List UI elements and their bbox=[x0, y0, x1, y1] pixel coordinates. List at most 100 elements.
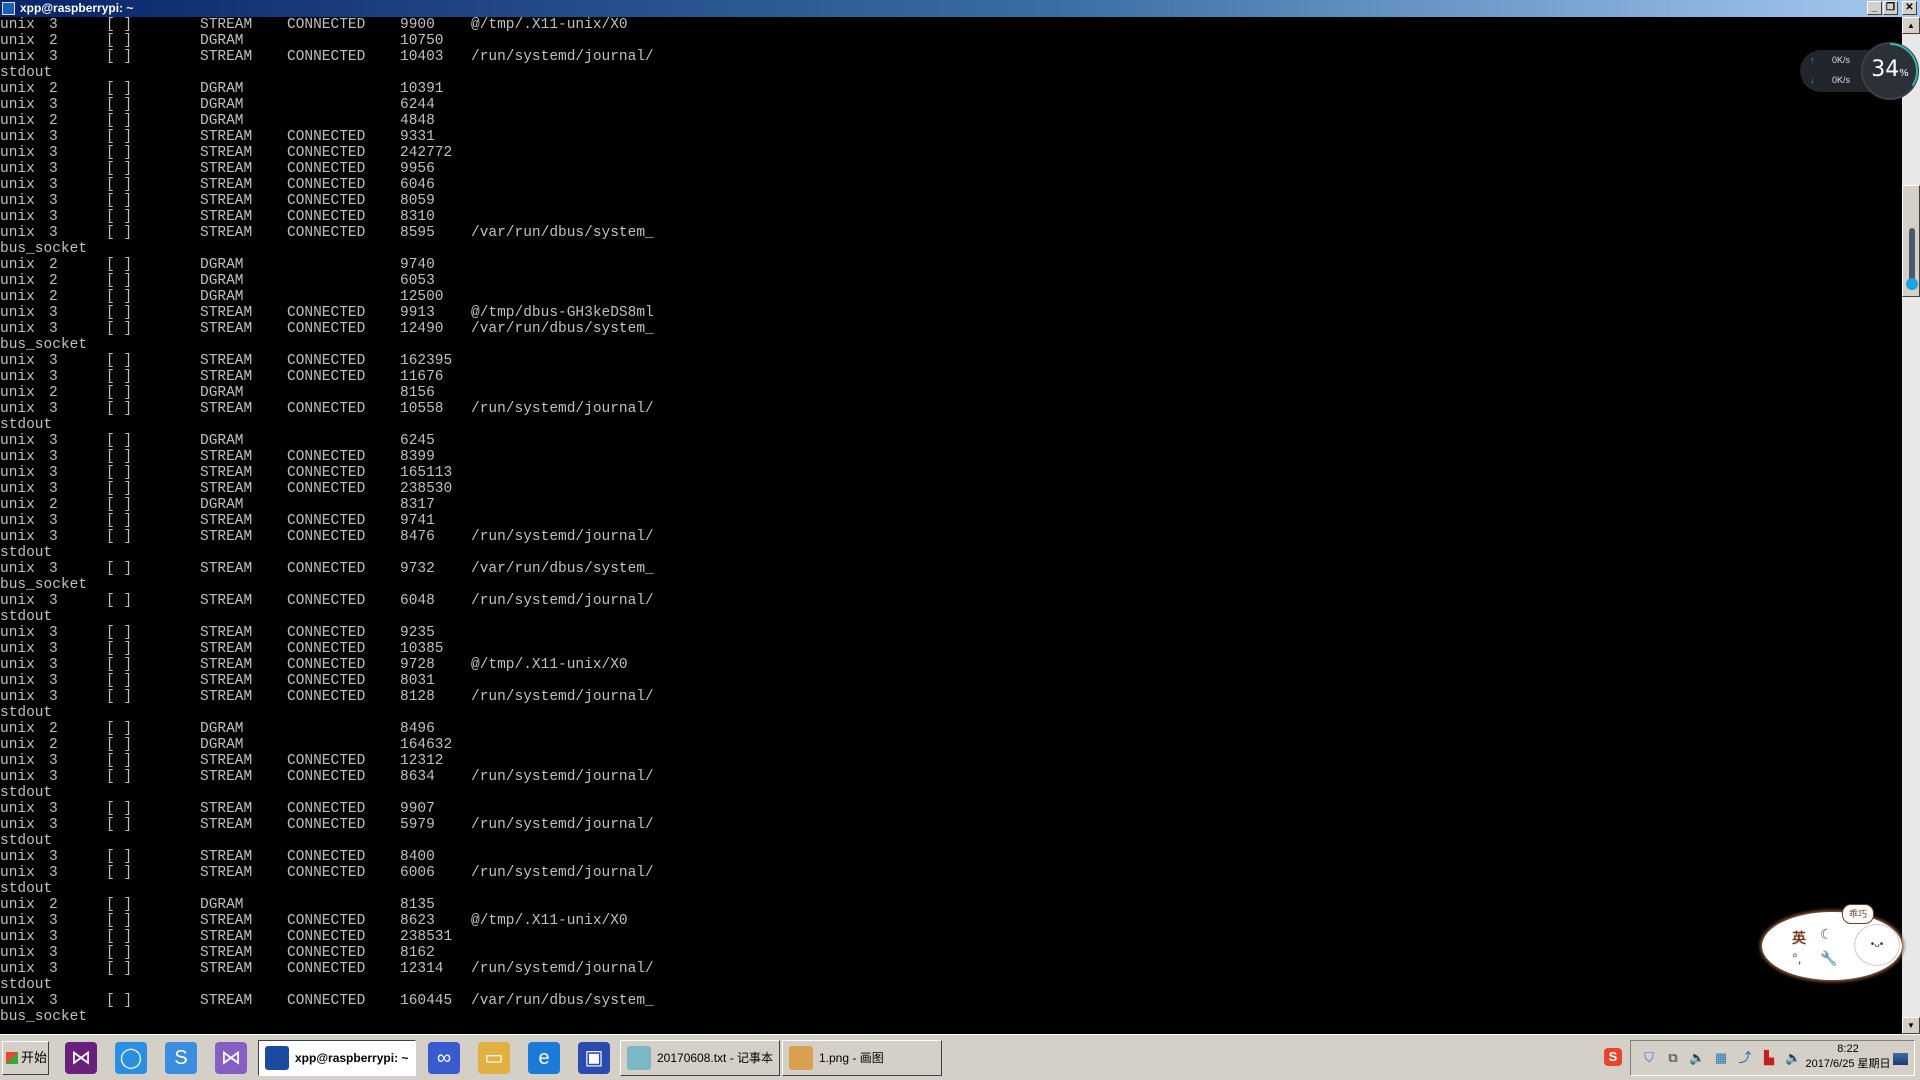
punctuation-toggle[interactable]: °, bbox=[1792, 950, 1802, 966]
type-cell: STREAM bbox=[200, 657, 253, 673]
flags-cell: [ ] bbox=[106, 129, 133, 145]
close-button[interactable]: ✕ bbox=[1902, 1, 1917, 15]
show-desktop-button[interactable] bbox=[1893, 1053, 1908, 1065]
path-cell: /var/run/dbus/system_ bbox=[471, 561, 654, 577]
type-cell: STREAM bbox=[200, 209, 253, 225]
display-icon[interactable]: ▦ bbox=[1713, 1050, 1729, 1066]
inode-cell: 8310 bbox=[400, 209, 435, 225]
cloud-search-icon[interactable]: ◯ bbox=[115, 1042, 147, 1074]
vertical-scrollbar[interactable]: ▲ ▼ bbox=[1902, 17, 1920, 1034]
internet-explorer-icon[interactable]: e bbox=[528, 1042, 560, 1074]
type-cell: STREAM bbox=[200, 929, 253, 945]
visual-studio-code-icon[interactable]: ⋈ bbox=[65, 1042, 97, 1074]
state-cell: CONNECTED bbox=[287, 129, 366, 145]
terminal-row: unix 2 [ ] DGRAM 10391 bbox=[0, 81, 1902, 97]
flags-cell: [ ] bbox=[106, 513, 133, 529]
proto-cell: unix bbox=[0, 97, 35, 113]
wrapped-text: stdout bbox=[0, 705, 53, 721]
security-shield-icon[interactable]: ⛉ bbox=[1641, 1050, 1657, 1066]
refcnt-cell: 3 bbox=[49, 689, 58, 705]
state-cell: CONNECTED bbox=[287, 913, 366, 929]
type-cell: STREAM bbox=[200, 225, 253, 241]
type-cell: STREAM bbox=[200, 465, 253, 481]
scroll-up-button[interactable]: ▲ bbox=[1902, 17, 1920, 34]
proto-cell: unix bbox=[0, 193, 35, 209]
moon-icon[interactable]: ☾ bbox=[1820, 926, 1833, 943]
network-disconnected-icon[interactable]: ▙ bbox=[1761, 1050, 1777, 1066]
infinity-app-icon[interactable]: ∞ bbox=[428, 1042, 460, 1074]
refcnt-cell: 3 bbox=[49, 209, 58, 225]
network-icon[interactable]: ⧉ bbox=[1665, 1050, 1681, 1066]
state-cell: CONNECTED bbox=[287, 673, 366, 689]
terminal-wrap-line: stdout bbox=[0, 417, 1902, 433]
terminal-row: unix 2 [ ] DGRAM 8317 bbox=[0, 497, 1902, 513]
inode-cell: 8317 bbox=[400, 497, 435, 513]
terminal-row: unix 3 [ ] DGRAM 6244 bbox=[0, 97, 1902, 113]
type-cell: STREAM bbox=[200, 593, 253, 609]
terminal-row: unix 3 [ ] STREAM CONNECTED 9331 bbox=[0, 129, 1902, 145]
speaker-icon[interactable]: 🔈 bbox=[1689, 1050, 1705, 1066]
inode-cell: 6046 bbox=[400, 177, 435, 193]
clock[interactable]: 8:22 2017/6/25 星期日 bbox=[1803, 1042, 1893, 1072]
minimize-button[interactable]: _ bbox=[1867, 1, 1882, 15]
flags-cell: [ ] bbox=[106, 193, 133, 209]
window-title: xpp@raspberrypi: ~ bbox=[20, 1, 134, 15]
state-cell: CONNECTED bbox=[287, 465, 366, 481]
type-cell: STREAM bbox=[200, 801, 253, 817]
taskbar-window-paint[interactable]: 1.png - 画图 bbox=[782, 1040, 942, 1076]
flags-cell: [ ] bbox=[106, 33, 133, 49]
proto-cell: unix bbox=[0, 689, 35, 705]
inode-cell: 10385 bbox=[400, 641, 444, 657]
inode-cell: 9331 bbox=[400, 129, 435, 145]
inode-cell: 238530 bbox=[400, 481, 453, 497]
proto-cell: unix bbox=[0, 129, 35, 145]
inode-cell: 8399 bbox=[400, 449, 435, 465]
ime-mode-toggle[interactable]: 英 bbox=[1792, 928, 1806, 948]
taskbar-window-putty[interactable]: xpp@raspberrypi: ~ bbox=[258, 1040, 416, 1076]
refcnt-cell: 2 bbox=[49, 257, 58, 273]
terminal-row: unix 2 [ ] DGRAM 6053 bbox=[0, 273, 1902, 289]
state-cell: CONNECTED bbox=[287, 993, 366, 1009]
inode-cell: 242772 bbox=[400, 145, 453, 161]
type-cell: DGRAM bbox=[200, 737, 244, 753]
taskbar: 开始 ⋈ ◯ S ⋈ xpp@raspberrypi: ~ ∞ ▭ e ▣ 20170608… bbox=[0, 1034, 1920, 1080]
memory-usage-gauge[interactable]: 34% bbox=[1861, 42, 1919, 100]
diagram-tool-icon[interactable]: ▣ bbox=[578, 1042, 610, 1074]
flags-cell: [ ] bbox=[106, 769, 133, 785]
sogou-browser-icon[interactable]: S bbox=[165, 1042, 197, 1074]
scroll-down-button[interactable]: ▼ bbox=[1902, 1017, 1920, 1034]
start-button[interactable]: 开始 bbox=[2, 1041, 49, 1075]
state-cell: CONNECTED bbox=[287, 161, 366, 177]
state-cell: CONNECTED bbox=[287, 593, 366, 609]
wrench-icon[interactable]: 🔧 bbox=[1820, 950, 1837, 967]
taskbar-window-notepad[interactable]: 20170608.txt - 记事本 bbox=[620, 1040, 780, 1076]
terminal-output[interactable]: unix 3 [ ] STREAM CONNECTED 9900 @/tmp/.X11-un… bbox=[0, 17, 1902, 1034]
type-cell: STREAM bbox=[200, 305, 253, 321]
inode-cell: 5979 bbox=[400, 817, 435, 833]
inode-cell: 11676 bbox=[400, 369, 444, 385]
refcnt-cell: 3 bbox=[49, 657, 58, 673]
state-cell: CONNECTED bbox=[287, 849, 366, 865]
file-explorer-icon[interactable]: ▭ bbox=[478, 1042, 510, 1074]
terminal-row: unix 3 [ ] STREAM CONNECTED 12490/var/run/dbu… bbox=[0, 321, 1902, 337]
flags-cell: [ ] bbox=[106, 353, 133, 369]
visual-studio-icon[interactable]: ⋈ bbox=[215, 1042, 247, 1074]
volume-icon[interactable]: 🔉 bbox=[1785, 1050, 1801, 1066]
inode-cell: 6244 bbox=[400, 97, 435, 113]
type-cell: DGRAM bbox=[200, 385, 244, 401]
ime-status-widget[interactable]: 英 ☾ °, 🔧 乖巧 •ᴗ• bbox=[1762, 904, 1912, 980]
refcnt-cell: 3 bbox=[49, 401, 58, 417]
wrapped-text: bus_socket bbox=[0, 577, 88, 593]
refcnt-cell: 3 bbox=[49, 817, 58, 833]
terminal-row: unix 2 [ ] DGRAM 164632 bbox=[0, 737, 1902, 753]
proto-cell: unix bbox=[0, 321, 35, 337]
terminal-row: unix 3 [ ] STREAM CONNECTED 8162 bbox=[0, 945, 1902, 961]
inode-cell: 8128 bbox=[400, 689, 435, 705]
maximize-button[interactable]: ❐ bbox=[1883, 1, 1898, 15]
sogou-input-icon[interactable]: S bbox=[1604, 1048, 1622, 1066]
terminal-wrap-line: bus_socket bbox=[0, 577, 1902, 593]
path-cell: /var/run/dbus/system_ bbox=[471, 321, 654, 337]
path-cell: @/tmp/.X11-unix/X0 bbox=[471, 913, 628, 929]
proto-cell: unix bbox=[0, 513, 35, 529]
sync-icon[interactable]: ⤴ bbox=[1737, 1050, 1753, 1066]
